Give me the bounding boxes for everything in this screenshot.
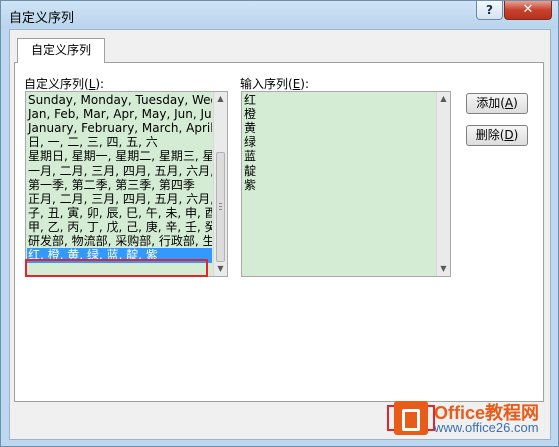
input-list-scrollbar[interactable]: ▲ ▼ <box>436 92 450 276</box>
custom-list-item[interactable]: 甲, 乙, 丙, 丁, 戊, 己, 庚, 辛, 壬, 癸 <box>27 220 212 235</box>
office-logo-icon <box>394 401 428 435</box>
custom-lists-label: 自定义序列(L): <box>24 77 105 91</box>
watermark-logo: Office教程网 www.office26.com <box>394 399 554 437</box>
add-button[interactable]: 添加(A) <box>466 93 528 114</box>
custom-list-item[interactable]: 子, 丑, 寅, 卯, 辰, 巳, 午, 未, 申, 酉 <box>27 206 212 221</box>
custom-list-item[interactable]: Sunday, Monday, Tuesday, Wed <box>27 93 212 108</box>
custom-lists-scrollbar[interactable]: ▲ ▼ <box>213 92 227 276</box>
scroll-up-arrow-icon[interactable]: ▲ <box>214 92 227 106</box>
input-list-line: 紫 <box>244 177 257 192</box>
input-list-line: 红 <box>244 93 257 107</box>
input-scroll-down-arrow-icon[interactable]: ▼ <box>437 262 450 276</box>
custom-list-item[interactable]: 第一季, 第二季, 第三季, 第四季 <box>27 178 212 193</box>
close-button[interactable]: ✕ <box>504 1 552 20</box>
watermark-url: www.office26.com <box>434 420 539 435</box>
input-list-line: 靛 <box>244 163 257 178</box>
custom-list-item[interactable]: 一月, 二月, 三月, 四月, 五月, 六月, <box>27 164 212 179</box>
dialog-client-area: 自定义序列 自定义序列(L): Sunday, Monday, Tuesday,… <box>9 29 551 440</box>
title-bar[interactable]: 自定义序列 ? ✕ <box>1 1 558 28</box>
delete-button[interactable]: 删除(D) <box>466 125 528 146</box>
custom-list-item[interactable]: 红, 橙, 黄, 绿, 蓝, 靛, 紫 <box>27 248 212 264</box>
input-list-line: 蓝 <box>244 149 257 164</box>
scroll-down-arrow-icon[interactable]: ▼ <box>214 262 227 276</box>
custom-list-item[interactable]: 星期日, 星期一, 星期二, 星期三, 星 <box>27 149 212 164</box>
input-list-line: 绿 <box>244 135 257 150</box>
custom-list-item[interactable]: 日, 一, 二, 三, 四, 五, 六 <box>27 135 212 150</box>
dialog-title: 自定义序列 <box>9 11 75 26</box>
input-list-textbox[interactable]: 红橙黄绿蓝靛紫 ▲ ▼ <box>241 91 451 277</box>
custom-list-item[interactable]: January, February, March, April, <box>27 121 212 136</box>
custom-list-item[interactable]: 研发部, 物流部, 采购部, 行政部, 生 <box>27 234 212 249</box>
custom-lists-scroll-thumb[interactable] <box>216 152 225 262</box>
custom-list-item[interactable]: Jan, Feb, Mar, Apr, May, Jun, Ju <box>27 107 212 122</box>
input-list-label: 输入序列(E): <box>240 77 310 91</box>
input-scroll-up-arrow-icon[interactable]: ▲ <box>437 92 450 106</box>
custom-list-item[interactable]: 正月, 二月, 三月, 四月, 五月, 六月, <box>27 192 212 207</box>
custom-lists-listbox[interactable]: Sunday, Monday, Tuesday, Wed Jan, Feb, Ma… <box>25 91 228 277</box>
input-list-line: 橙 <box>244 107 257 122</box>
help-button[interactable]: ? <box>476 1 503 20</box>
input-list-line: 黄 <box>244 121 257 136</box>
custom-lists-dialog: 自定义序列 ? ✕ 自定义序列 自定义序列(L): Sunday, Monday… <box>0 0 559 447</box>
tab-custom-lists[interactable]: 自定义序列 <box>17 38 105 63</box>
tab-panel: 自定义序列(L): Sunday, Monday, Tuesday, Wed Ja… <box>14 62 544 402</box>
